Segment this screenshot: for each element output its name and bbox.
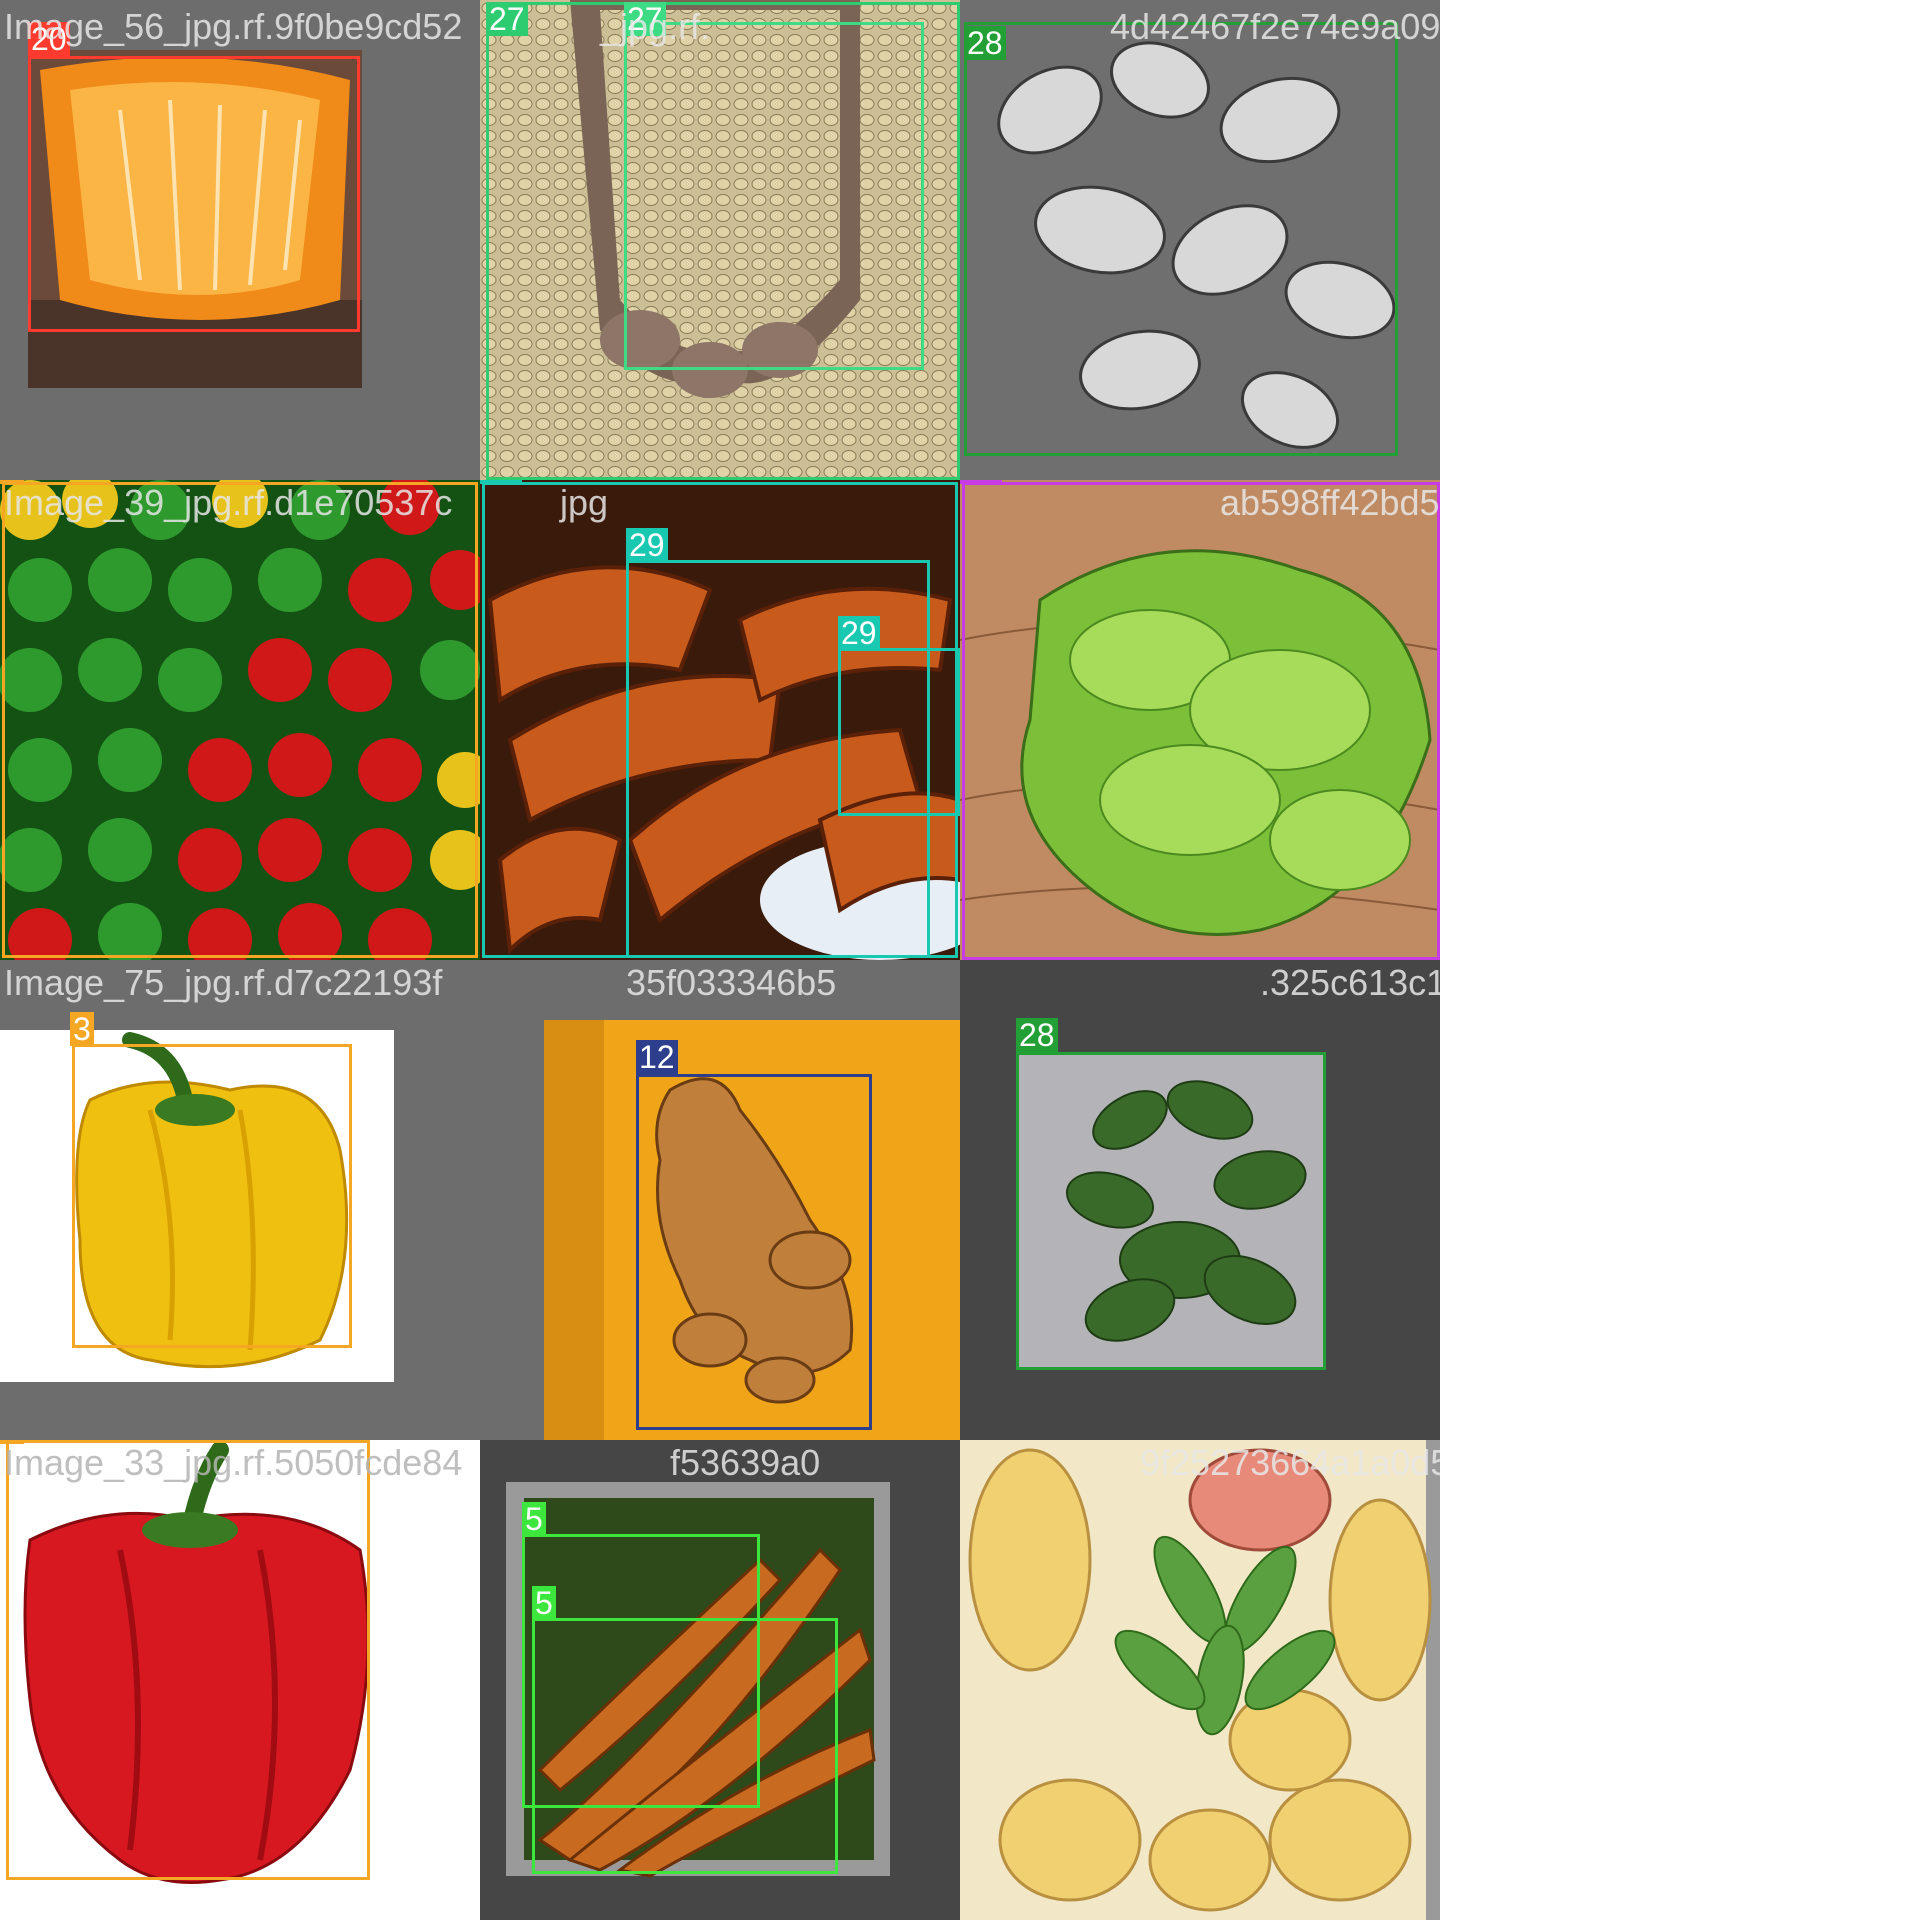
bounding-box bbox=[6, 1440, 370, 1880]
mosaic-tile-orange: 20 Image_56_jpg.rf.9f0be9cd52 bbox=[0, 0, 480, 480]
mosaic-tile-red-pepper: 3 Image_33_jpg.rf.5050fcde84 bbox=[0, 1440, 480, 1920]
class-label: 12 bbox=[636, 1040, 678, 1074]
bounding-box bbox=[838, 648, 960, 816]
mosaic-tile-lettuce: 17 ab598ff42bd5dcc bbox=[960, 480, 1440, 960]
class-label: 5 bbox=[522, 1502, 546, 1536]
mosaic-tile-spinach: 28 4d42467f2e74e9a09 bbox=[960, 0, 1440, 480]
mosaic-tile-yellow-pepper: 3 Image_75_jpg.rf.d7c22193f bbox=[0, 960, 480, 1440]
class-label: 29 bbox=[626, 528, 668, 562]
bounding-box bbox=[636, 1074, 872, 1430]
class-label: 17 bbox=[960, 480, 1002, 484]
class-label: 5 bbox=[532, 1586, 556, 1620]
class-label: 3 bbox=[0, 1440, 24, 1444]
bounding-box bbox=[2, 482, 478, 958]
bounding-box bbox=[532, 1618, 838, 1874]
mosaic-tile-mangoes: 9f25273664a1a0d5a bbox=[960, 1440, 1440, 1920]
bounding-box bbox=[624, 22, 924, 370]
mosaic-tile-soybeans: 27 27 _jpg.rf. bbox=[480, 0, 960, 480]
image-mosaic: 20 Image_56_jpg.rf.9f0be9cd52 27 27 _jpg… bbox=[0, 0, 1440, 1920]
class-label: 29 bbox=[838, 616, 880, 650]
bounding-box bbox=[962, 482, 1440, 960]
bounding-box bbox=[1016, 1052, 1326, 1370]
bounding-box bbox=[72, 1044, 352, 1348]
class-label: 27 bbox=[624, 2, 666, 36]
class-label: 28 bbox=[964, 26, 1006, 60]
bounding-box bbox=[964, 22, 1398, 456]
class-label: 27 bbox=[486, 2, 528, 36]
mangoes-photo bbox=[960, 1440, 1432, 1920]
mosaic-tile-carrots: 5 5 f53639a0 bbox=[480, 1440, 960, 1920]
mosaic-tile-sweet-potato: 29 29 29 jpg bbox=[480, 480, 960, 960]
mosaic-tile-ginger: 12 35f033346b5 bbox=[480, 960, 960, 1440]
class-label: 3 bbox=[0, 480, 24, 484]
bounding-box bbox=[28, 56, 360, 332]
class-label: 28 bbox=[1016, 1018, 1058, 1052]
class-label: 3 bbox=[70, 1012, 94, 1046]
mosaic-tile-spinach-bunch: 28 .325c613c10b4e3bf9723cae6 bbox=[960, 960, 1440, 1440]
class-label: 29 bbox=[480, 480, 522, 484]
mosaic-tile-peppers: 3 Image_39_jpg.rf.d1e70537c bbox=[0, 480, 480, 960]
class-label: 20 bbox=[28, 22, 70, 56]
